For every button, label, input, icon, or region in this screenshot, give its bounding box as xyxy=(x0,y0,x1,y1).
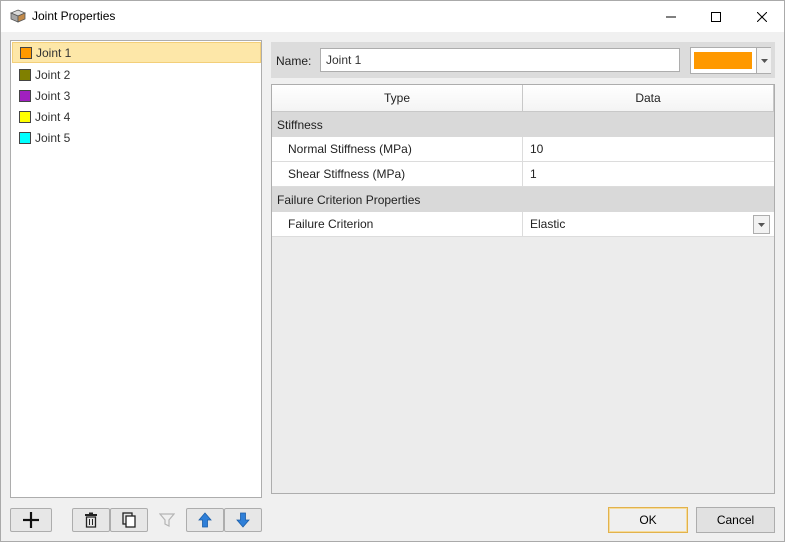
add-icon xyxy=(23,512,39,528)
title-bar: Joint Properties xyxy=(1,1,784,32)
name-bar: Name: xyxy=(271,42,775,78)
move-up-button[interactable] xyxy=(186,508,224,532)
joint-color-swatch xyxy=(19,89,31,102)
joint-label: Joint 3 xyxy=(35,88,71,103)
maximize-icon xyxy=(710,11,721,22)
grid-header: Type Data xyxy=(272,85,774,112)
cube-icon xyxy=(9,9,27,23)
add-joint-button[interactable] xyxy=(10,508,52,532)
cancel-button[interactable]: Cancel xyxy=(696,507,775,533)
property-name: Normal Stiffness (MPa) xyxy=(272,137,523,161)
joint-label: Joint 5 xyxy=(35,130,71,145)
delete-icon xyxy=(85,512,97,528)
property-value[interactable]: 1 xyxy=(523,162,774,186)
joint-color-swatch xyxy=(19,68,31,81)
property-name: Failure Criterion xyxy=(272,212,523,236)
table-row[interactable]: Normal Stiffness (MPa) 10 xyxy=(272,137,774,162)
delete-joint-button[interactable] xyxy=(72,508,110,532)
window-title: Joint Properties xyxy=(32,9,116,23)
chevron-down-icon xyxy=(760,58,768,63)
copy-joint-button[interactable] xyxy=(110,508,148,532)
minimize-button[interactable] xyxy=(648,1,693,32)
column-header-type[interactable]: Type xyxy=(272,85,523,112)
move-down-button[interactable] xyxy=(224,508,262,532)
joint-color-swatch xyxy=(19,131,31,144)
copy-icon xyxy=(122,512,136,528)
chevron-down-icon xyxy=(758,222,765,227)
joint-list-item[interactable]: Joint 5 xyxy=(12,127,261,148)
name-field[interactable] xyxy=(320,48,680,72)
close-button[interactable] xyxy=(739,1,784,32)
minimize-icon xyxy=(665,16,676,17)
joint-properties-dialog: Joint Properties Joint 1 Joint 2 Joint 3… xyxy=(0,0,785,542)
column-header-data[interactable]: Data xyxy=(523,85,774,112)
failure-criterion-select[interactable]: Elastic xyxy=(523,212,774,236)
ok-button[interactable]: OK xyxy=(608,507,688,533)
joint-color-swatch xyxy=(19,110,31,123)
group-row-failure-criterion: Failure Criterion Properties xyxy=(272,187,774,212)
joint-list[interactable]: Joint 1 Joint 2 Joint 3 Joint 4 Joint 5 xyxy=(10,40,262,498)
close-icon xyxy=(756,11,767,22)
joint-list-item[interactable]: Joint 3 xyxy=(12,85,261,106)
failure-criterion-dropdown-arrow[interactable] xyxy=(753,215,770,234)
filter-button[interactable] xyxy=(148,508,186,532)
name-label: Name: xyxy=(276,54,312,68)
color-preview xyxy=(694,52,752,69)
joint-list-item[interactable]: Joint 2 xyxy=(12,64,261,85)
table-row[interactable]: Shear Stiffness (MPa) 1 xyxy=(272,162,774,187)
joint-list-item[interactable]: Joint 1 xyxy=(12,42,261,63)
move-down-icon xyxy=(236,512,250,528)
filter-icon xyxy=(159,513,175,527)
property-value[interactable]: 10 xyxy=(523,137,774,161)
property-name: Shear Stiffness (MPa) xyxy=(272,162,523,186)
joint-label: Joint 2 xyxy=(35,67,71,82)
color-picker[interactable] xyxy=(690,47,771,74)
color-dropdown-arrow[interactable] xyxy=(756,48,771,73)
maximize-button[interactable] xyxy=(693,1,738,32)
table-row[interactable]: Failure Criterion Elastic xyxy=(272,212,774,237)
property-grid: Type Data Stiffness Normal Stiffness (MP… xyxy=(271,84,775,494)
joint-list-item[interactable]: Joint 4 xyxy=(12,106,261,127)
move-up-icon xyxy=(198,512,212,528)
group-row-stiffness: Stiffness xyxy=(272,112,774,137)
joint-color-swatch xyxy=(20,46,32,59)
joint-label: Joint 1 xyxy=(36,45,72,60)
joint-label: Joint 4 xyxy=(35,109,71,124)
